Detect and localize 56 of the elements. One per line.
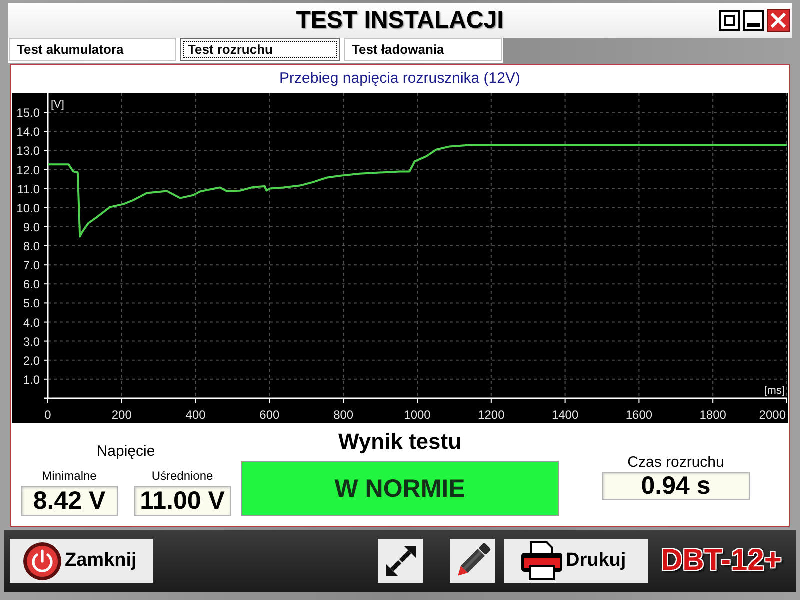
y-tick-label: 15.0 [16, 106, 40, 120]
y-tick-label: 3.0 [23, 334, 40, 349]
voltage-reading: 8.42 V [21, 486, 118, 516]
close-icon [771, 13, 786, 28]
x-tick-label: 2000 [759, 408, 786, 422]
reading-label: Uśrednione [152, 469, 214, 483]
y-axis-label: [V] [51, 99, 64, 111]
x-tick-label: 1800 [700, 408, 726, 422]
tab[interactable]: Test ładowania [344, 38, 502, 61]
y-tick-label: 1.0 [23, 372, 40, 387]
y-tick-label: 5.0 [23, 296, 40, 311]
y-tick-label: 6.0 [23, 278, 40, 292]
maximize-button[interactable] [719, 10, 740, 31]
y-tick-label: 7.0 [23, 258, 40, 273]
test-result-indicator: W NORMIE [241, 461, 559, 516]
x-tick-label: 400 [186, 408, 206, 422]
power-icon [23, 542, 62, 580]
minimize-button[interactable] [743, 10, 764, 31]
y-tick-label: 13.0 [16, 144, 40, 158]
voltage-reading: 11.00 V [134, 486, 231, 516]
y-tick-label: 12.0 [16, 163, 40, 178]
printer-icon [520, 541, 564, 581]
chart-title: Przebieg napięcia rozrusznika (12V) [280, 70, 520, 88]
voltage-heading: Napięcie [96, 443, 156, 461]
x-tick-label: 800 [334, 408, 354, 422]
x-tick-label: 1400 [552, 408, 579, 422]
expand-icon [384, 545, 416, 577]
y-tick-label: 2.0 [23, 354, 40, 368]
y-tick-label: 11.0 [18, 182, 40, 196]
x-tick-label: 1000 [404, 408, 431, 422]
crank-time-reading: 0.94 s [602, 472, 750, 500]
print-button[interactable]: Drukuj [504, 539, 648, 583]
x-tick-label: 1600 [626, 408, 653, 422]
reading-label: Minimalne [42, 469, 97, 483]
product-logo: DBT-12+ [661, 544, 782, 578]
tab[interactable]: Test akumulatora [9, 38, 176, 61]
x-tick-label: 600 [260, 408, 280, 422]
minimize-icon [747, 23, 760, 27]
x-tick-label: 0 [44, 408, 52, 422]
y-tick-label: 14.0 [16, 125, 40, 140]
y-tick-label: 4.0 [23, 316, 40, 330]
y-tick-label: 8.0 [23, 240, 40, 254]
y-tick-label: 10.0 [16, 201, 40, 216]
maximize-icon [724, 15, 735, 26]
tab[interactable]: Test rozruchu [180, 38, 340, 61]
close-button[interactable]: Zamknij [10, 539, 153, 583]
x-axis-label: [ms] [764, 385, 785, 397]
y-tick-label: 9.0 [23, 220, 40, 234]
result-heading: Wynik testu [338, 430, 462, 454]
window-title: TEST INSTALACJI [296, 6, 504, 34]
edit-button[interactable] [450, 539, 495, 583]
expand-button[interactable] [378, 539, 423, 583]
close-button[interactable] [767, 9, 790, 32]
x-tick-label: 200 [112, 408, 132, 422]
x-tick-label: 1200 [478, 408, 505, 422]
crank-time-label: Czas rozruchu [628, 454, 724, 471]
